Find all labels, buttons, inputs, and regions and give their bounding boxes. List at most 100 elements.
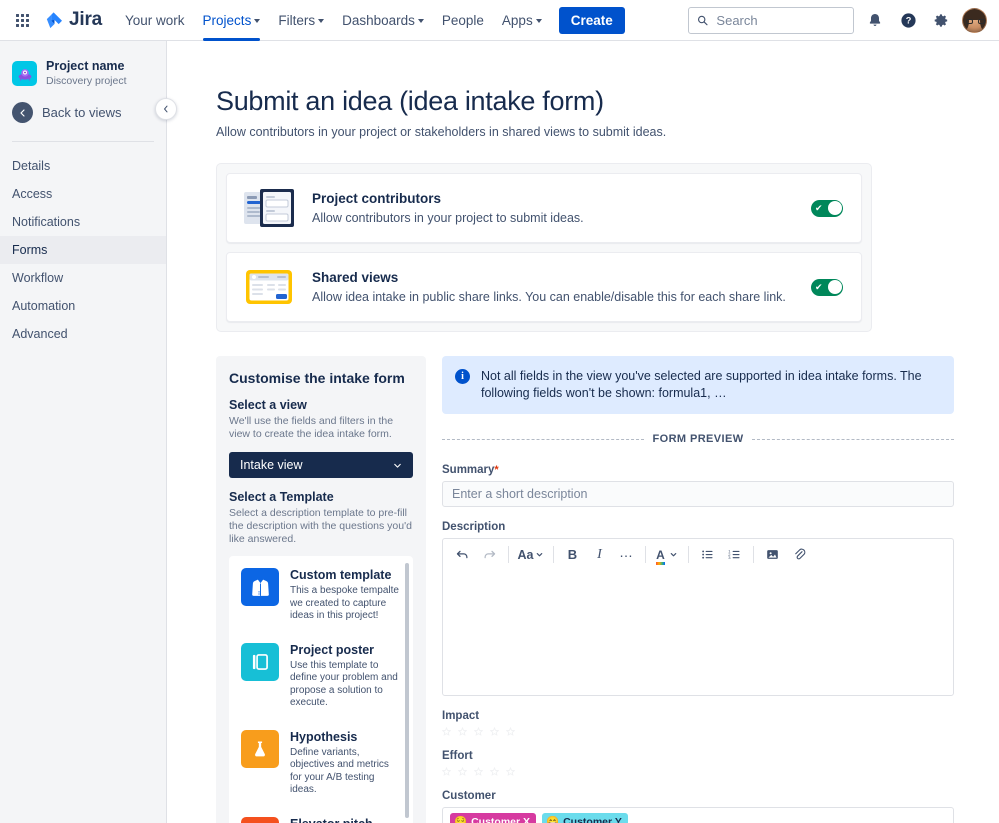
text-style-icon[interactable]: Aa — [514, 542, 548, 567]
numbered-list-icon[interactable]: 123 — [721, 542, 748, 567]
lower-section: Customise the intake form Select a view … — [216, 356, 999, 823]
form-preview-divider: FORM PREVIEW — [442, 433, 954, 445]
image-icon[interactable] — [759, 542, 786, 567]
nav-item-people[interactable]: People — [433, 0, 493, 41]
page-title: Submit an idea (idea intake form) — [216, 86, 604, 116]
redo-icon[interactable] — [476, 542, 503, 567]
option-description: Allow contributors in your project to su… — [312, 211, 584, 225]
nav-item-apps[interactable]: Apps — [493, 0, 551, 41]
sidebar-item-label: Advanced — [12, 327, 68, 341]
sidebar-item-details[interactable]: Details — [0, 152, 166, 180]
star-icon[interactable] — [474, 727, 483, 736]
editor-toolbar: Aa B I … A 1 2 3 — [443, 539, 953, 570]
template-list-scrollbar[interactable] — [405, 563, 409, 818]
tag-emoji-icon: 😌 — [454, 816, 468, 823]
template-item-hypothesis[interactable]: Hypothesis Define variants, objectives a… — [230, 719, 412, 806]
help-icon[interactable]: ? — [896, 8, 920, 32]
summary-input[interactable]: Enter a short description — [442, 481, 954, 507]
description-textarea[interactable] — [443, 570, 953, 695]
effort-rating[interactable] — [442, 767, 954, 776]
toolbar-separator — [508, 546, 509, 563]
jira-logo[interactable]: Jira — [44, 9, 102, 31]
star-icon[interactable] — [442, 767, 451, 776]
template-item-custom-template[interactable]: Custom template This a bespoke tempalte … — [230, 557, 412, 632]
sidebar-item-notifications[interactable]: Notifications — [0, 208, 166, 236]
toolbar-separator — [688, 546, 689, 563]
search-box[interactable] — [688, 6, 854, 34]
toolbar-separator — [553, 546, 554, 563]
back-to-views-link[interactable]: Back to views — [0, 88, 166, 123]
italic-icon[interactable]: I — [586, 542, 613, 567]
settings-icon[interactable] — [929, 8, 953, 32]
collapse-sidebar-button[interactable] — [155, 98, 177, 120]
text-color-icon[interactable]: A — [651, 542, 683, 567]
star-icon[interactable] — [506, 727, 515, 736]
divider-line-left — [442, 438, 644, 440]
nav-item-your-work[interactable]: Your work — [116, 0, 194, 41]
sidebar-item-advanced[interactable]: Advanced — [0, 320, 166, 348]
chevron-down-icon — [394, 463, 401, 468]
project-sidebar: Project name Discovery project Back to v… — [0, 41, 177, 823]
customer-tag-x[interactable]: 😌 Customer X — [450, 813, 537, 823]
avatar[interactable] — [962, 7, 987, 33]
view-select-dropdown[interactable]: Intake view — [229, 452, 413, 478]
template-name: Project poster — [290, 642, 375, 657]
sidebar-item-workflow[interactable]: Workflow — [0, 264, 166, 292]
shared-views-illustration — [246, 270, 292, 304]
banner-text: Not all fields in the view you've select… — [481, 369, 922, 400]
main-content: Submit an idea (idea intake form) Allow … — [167, 41, 999, 823]
nav-item-dashboards[interactable]: Dashboards — [333, 0, 433, 41]
chevron-down-icon — [254, 19, 261, 23]
toolbar-separator — [753, 546, 754, 563]
star-icon[interactable] — [474, 767, 483, 776]
customer-field[interactable]: 😌 Customer X 😄 Customer Y — [442, 807, 954, 823]
star-icon[interactable] — [506, 767, 515, 776]
app-switcher-icon[interactable] — [10, 8, 34, 32]
sidebar-item-access[interactable]: Access — [0, 180, 166, 208]
tag-label: Customer X — [471, 815, 531, 823]
form-preview-label: FORM PREVIEW — [652, 433, 744, 445]
more-formatting-icon[interactable]: … — [613, 542, 640, 567]
flask-icon — [241, 729, 279, 768]
sidebar-divider — [12, 141, 154, 142]
nav-label: Filters — [278, 12, 316, 28]
lab-coat-icon — [241, 568, 279, 606]
top-navigation-bar: Jira Your work Projects Filters Dashboar… — [0, 0, 999, 41]
sidebar-item-label: Access — [12, 187, 53, 201]
star-icon[interactable] — [490, 727, 499, 736]
bold-icon[interactable]: B — [559, 542, 586, 567]
toolbar-separator — [645, 546, 646, 563]
create-button[interactable]: Create — [558, 6, 625, 34]
project-header[interactable]: Project name Discovery project — [0, 55, 166, 88]
star-icon[interactable] — [458, 727, 467, 736]
nav-item-filters[interactable]: Filters — [269, 0, 333, 41]
star-icon[interactable] — [442, 727, 451, 736]
undo-icon[interactable] — [449, 542, 476, 567]
template-item-elevator-pitch[interactable]: Elevator pitch Short and effective forma… — [230, 806, 412, 823]
bullet-list-icon[interactable] — [694, 542, 721, 567]
impact-rating[interactable] — [442, 727, 954, 736]
clock-icon — [241, 816, 279, 823]
attachment-icon[interactable] — [786, 542, 813, 567]
option-title: Project contributors — [312, 191, 442, 206]
nav-item-projects[interactable]: Projects — [194, 0, 270, 41]
back-to-views-label: Back to views — [42, 105, 122, 120]
notifications-icon[interactable] — [863, 8, 887, 32]
toggle-shared-views[interactable]: ✔ — [811, 278, 843, 296]
toggle-project-contributors[interactable]: ✔ — [811, 199, 843, 217]
chevron-down-icon — [670, 553, 677, 557]
star-icon[interactable] — [458, 767, 467, 776]
sidebar-item-forms[interactable]: Forms — [0, 236, 166, 264]
customer-tag-y[interactable]: 😄 Customer Y — [542, 813, 628, 823]
toggle-knob — [827, 201, 842, 215]
template-item-project-poster[interactable]: Project poster Use this template to defi… — [230, 632, 412, 719]
star-icon[interactable] — [490, 767, 499, 776]
sidebar-item-automation[interactable]: Automation — [0, 292, 166, 320]
required-asterisk: * — [494, 464, 499, 476]
template-description: Use this template to define your problem… — [290, 659, 398, 709]
chevron-down-icon — [535, 19, 542, 23]
description-editor[interactable]: Aa B I … A 1 2 3 — [442, 538, 954, 696]
search-input[interactable] — [714, 11, 845, 29]
sidebar-item-label: Forms — [12, 243, 48, 257]
color-swatch — [656, 562, 665, 565]
